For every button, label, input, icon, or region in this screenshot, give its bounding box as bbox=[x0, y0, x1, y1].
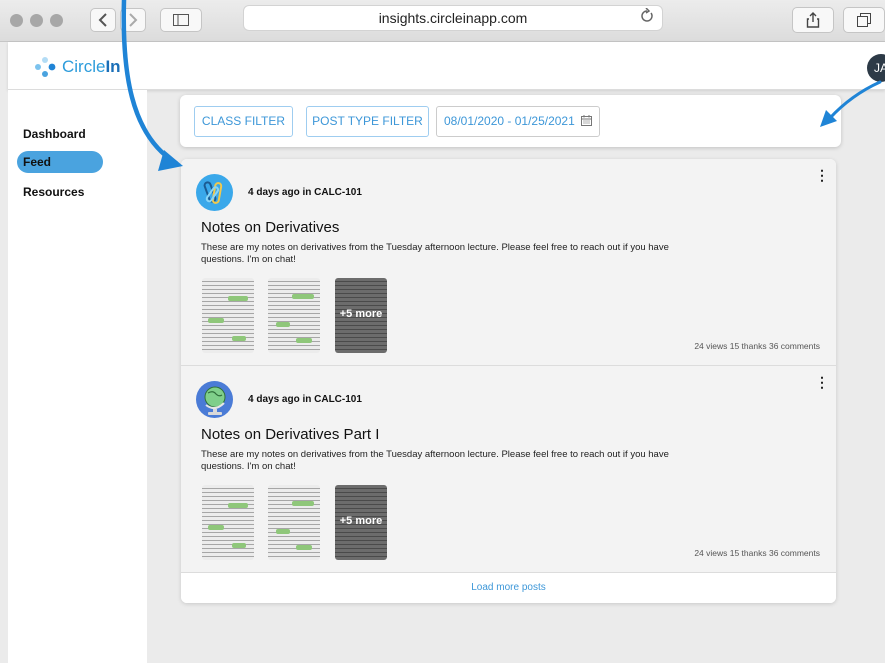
back-button[interactable] bbox=[90, 8, 116, 32]
post-title[interactable]: Notes on Derivatives bbox=[201, 219, 339, 236]
clips-icon bbox=[203, 181, 223, 204]
class-filter-button[interactable]: CLASS FILTER bbox=[194, 106, 293, 137]
load-more-posts-button[interactable]: Load more posts bbox=[181, 573, 836, 603]
filter-bar: CLASS FILTER POST TYPE FILTER 08/01/2020… bbox=[180, 95, 841, 147]
logo-dots-icon bbox=[35, 57, 56, 77]
note-thumbnail[interactable] bbox=[268, 485, 320, 560]
minimize-window-dot[interactable] bbox=[30, 14, 43, 27]
user-avatar[interactable]: JA bbox=[867, 54, 885, 82]
sidebar-item-resources[interactable]: Resources bbox=[17, 181, 103, 203]
sidebar-icon bbox=[173, 14, 189, 26]
more-count-label: +5 more bbox=[339, 308, 383, 320]
reload-icon[interactable] bbox=[640, 7, 654, 29]
post-meta: 4 days ago in CALC-101 bbox=[248, 394, 362, 405]
tabs-icon bbox=[857, 13, 871, 27]
more-thumbnails[interactable]: +5 more bbox=[335, 278, 387, 353]
calendar-icon bbox=[581, 115, 593, 126]
post-feed: 4 days ago in CALC-101 Notes on Derivati… bbox=[181, 159, 836, 603]
post-type-filter-button[interactable]: POST TYPE FILTER bbox=[306, 106, 429, 137]
logo-text: CircleIn bbox=[62, 57, 121, 76]
share-icon bbox=[806, 12, 820, 28]
url-text: insights.circleinapp.com bbox=[378, 10, 528, 26]
more-options-icon[interactable]: ⋮ bbox=[815, 168, 829, 182]
post-card[interactable]: 4 days ago in CALC-101 Notes on Derivati… bbox=[181, 159, 836, 366]
note-thumbnail[interactable] bbox=[202, 278, 254, 353]
sidebar-item-feed[interactable]: Feed bbox=[17, 151, 103, 173]
post-body: These are my notes on derivatives from t… bbox=[201, 242, 669, 265]
globe-icon bbox=[204, 386, 226, 415]
post-stats: 24 views 15 thanks 36 comments bbox=[694, 548, 820, 558]
circlein-logo[interactable]: CircleIn bbox=[34, 55, 121, 79]
date-range-picker[interactable]: 08/01/2020 - 01/25/2021 bbox=[436, 106, 600, 137]
zoom-window-dot[interactable] bbox=[50, 14, 63, 27]
chevron-right-icon bbox=[129, 13, 138, 27]
tabs-overview-button[interactable] bbox=[843, 7, 885, 33]
chevron-left-icon bbox=[98, 13, 107, 27]
more-count-label: +5 more bbox=[339, 515, 383, 527]
share-button[interactable] bbox=[792, 7, 834, 33]
more-thumbnails[interactable]: +5 more bbox=[335, 485, 387, 560]
note-thumbnail[interactable] bbox=[268, 278, 320, 353]
note-thumbnail[interactable] bbox=[202, 485, 254, 560]
more-options-icon[interactable]: ⋮ bbox=[815, 375, 829, 389]
post-meta: 4 days ago in CALC-101 bbox=[248, 187, 362, 198]
browser-toolbar: insights.circleinapp.com bbox=[0, 0, 885, 42]
post-author-avatar[interactable] bbox=[196, 381, 233, 418]
post-title[interactable]: Notes on Derivatives Part I bbox=[201, 426, 379, 443]
sidebar-toggle-button[interactable] bbox=[160, 8, 202, 32]
forward-button[interactable] bbox=[120, 8, 146, 32]
post-card[interactable]: 4 days ago in CALC-101 Notes on Derivati… bbox=[181, 366, 836, 573]
address-bar[interactable]: insights.circleinapp.com bbox=[243, 5, 663, 31]
post-stats: 24 views 15 thanks 36 comments bbox=[694, 341, 820, 351]
post-author-avatar[interactable] bbox=[196, 174, 233, 211]
post-body: These are my notes on derivatives from t… bbox=[201, 449, 669, 472]
sidebar: Dashboard Feed Resources bbox=[8, 90, 147, 663]
sidebar-item-dashboard[interactable]: Dashboard bbox=[17, 123, 103, 145]
date-range-text: 08/01/2020 - 01/25/2021 bbox=[444, 114, 575, 128]
close-window-dot[interactable] bbox=[10, 14, 23, 27]
app-header: CircleIn JA bbox=[8, 42, 885, 90]
